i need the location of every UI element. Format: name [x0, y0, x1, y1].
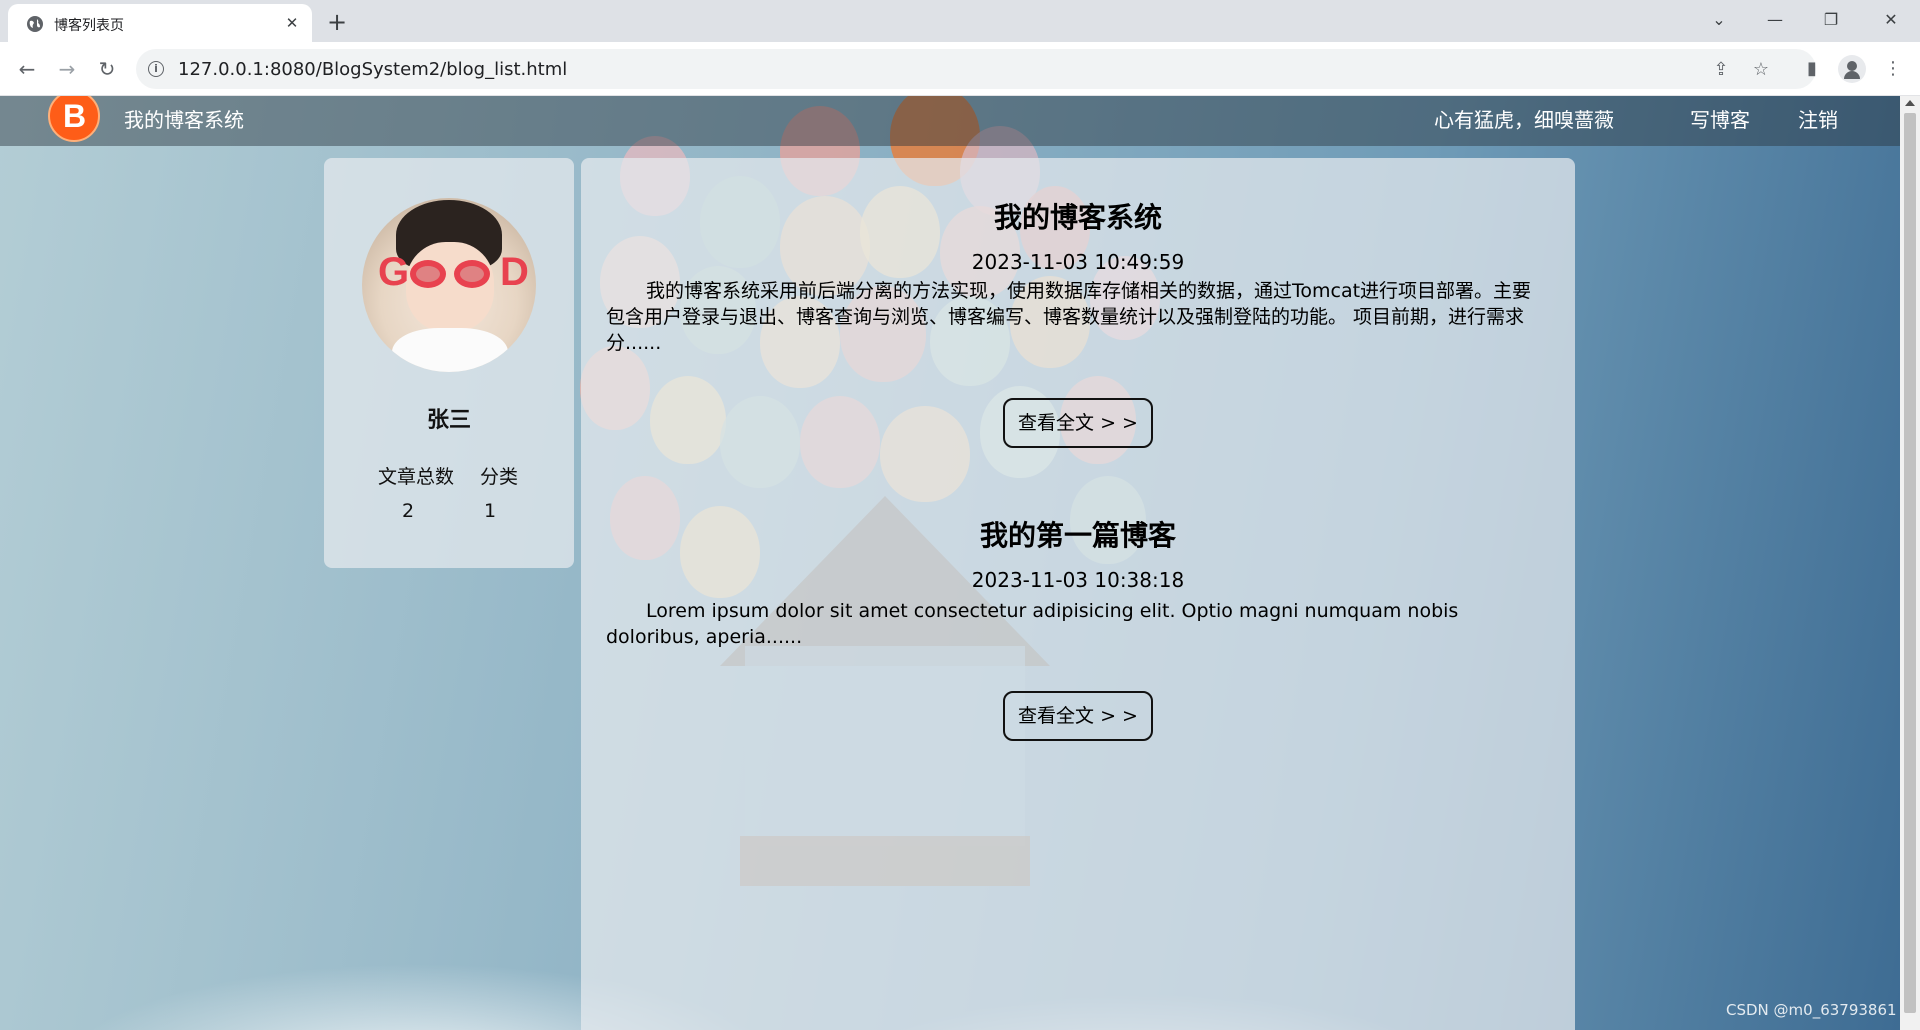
- close-icon[interactable]: ✕: [282, 13, 302, 33]
- tab-title: 博客列表页: [54, 18, 124, 34]
- avatar: G D: [362, 198, 536, 372]
- scrollbar-thumb[interactable]: [1904, 113, 1916, 1013]
- profile-icon[interactable]: [1838, 55, 1866, 83]
- page-scrollbar[interactable]: [1900, 96, 1920, 1030]
- avatar-glasses-right: [454, 260, 490, 288]
- url-text[interactable]: 127.0.0.1:8080/BlogSystem2/blog_list.htm…: [178, 59, 567, 80]
- blog-title: 我的第一篇博客: [979, 519, 1176, 552]
- plus-icon[interactable]: +: [322, 8, 352, 38]
- globe-icon: [27, 16, 43, 32]
- avatar-body: [392, 328, 508, 372]
- restore-icon[interactable]: ❐: [1806, 4, 1856, 36]
- side-panel-icon[interactable]: ▮: [1799, 56, 1825, 82]
- app-title: 我的博客系统: [124, 108, 244, 132]
- profile-head-shape: [1847, 61, 1857, 71]
- nav-link-logout[interactable]: 注销: [1798, 104, 1838, 133]
- nav-link-write-blog[interactable]: 写博客: [1690, 104, 1750, 133]
- stat-value-categories: 1: [484, 500, 497, 522]
- kebab-menu-icon[interactable]: ⋮: [1880, 56, 1906, 82]
- browser-tab[interactable]: 博客列表页 ✕: [8, 4, 312, 42]
- profile-card: G D 张三 文章总数 分类 2 1: [324, 158, 574, 568]
- avatar-glasses-left: [410, 260, 446, 288]
- share-icon[interactable]: ⇪: [1710, 59, 1732, 81]
- address-bar[interactable]: i 127.0.0.1:8080/BlogSystem2/blog_list.h…: [136, 49, 1816, 89]
- blog-date: 2023-11-03 10:38:18: [971, 568, 1185, 592]
- stat-value-articles: 2: [402, 500, 415, 522]
- blog-description: Lorem ipsum dolor sit amet consectetur a…: [606, 600, 1459, 648]
- blogger-logo-icon: B: [48, 96, 100, 142]
- logo-letter: B: [63, 98, 87, 134]
- scroll-up-arrow-icon[interactable]: [1905, 100, 1915, 106]
- blog-description: 我的博客系统采用前后端分离的方法实现，使用数据库存储相关的数据，通过Tomcat…: [606, 280, 1532, 354]
- watermark: CSDN @m0_63793861: [1726, 1001, 1897, 1019]
- browser-tab-strip: 博客列表页 ✕ + ⌄ — ❐ ✕: [0, 0, 1920, 42]
- blog-date: 2023-11-03 10:49:59: [971, 250, 1185, 274]
- chevron-down-icon[interactable]: ⌄: [1694, 4, 1744, 36]
- star-icon[interactable]: ☆: [1750, 59, 1772, 81]
- arrow-right-icon[interactable]: →: [52, 54, 82, 84]
- app-navbar: B 我的博客系统 心有猛虎，细嗅蔷薇 写博客 注销: [0, 96, 1900, 146]
- profile-body-shape: [1844, 71, 1860, 79]
- browser-toolbar: ← → ↻ i 127.0.0.1:8080/BlogSystem2/blog_…: [0, 42, 1920, 96]
- read-more-button[interactable]: 查看全文 > >: [1003, 691, 1153, 741]
- blog-list-container: 我的博客系统 2023-11-03 10:49:59 我的博客系统采用前后端分离…: [581, 158, 1575, 1030]
- avatar-letter-d: D: [500, 250, 529, 294]
- stat-label-categories: 分类: [480, 466, 519, 488]
- stat-label-articles: 文章总数: [378, 466, 455, 488]
- arrow-left-icon[interactable]: ←: [12, 54, 42, 84]
- info-icon[interactable]: i: [148, 61, 164, 77]
- reload-icon[interactable]: ↻: [92, 54, 122, 84]
- minimize-icon[interactable]: —: [1750, 4, 1800, 36]
- window-close-icon[interactable]: ✕: [1866, 4, 1916, 36]
- blog-title: 我的博客系统: [993, 201, 1162, 234]
- avatar-letter-g: G: [378, 250, 410, 294]
- page-viewport: B 我的博客系统 心有猛虎，细嗅蔷薇 写博客 注销 G D 张三 文章总数 分类…: [0, 96, 1900, 1030]
- username: 张三: [426, 408, 471, 433]
- read-more-button[interactable]: 查看全文 > >: [1003, 398, 1153, 448]
- nav-motto: 心有猛虎，细嗅蔷薇: [1434, 108, 1614, 132]
- avatar-face: [406, 242, 494, 332]
